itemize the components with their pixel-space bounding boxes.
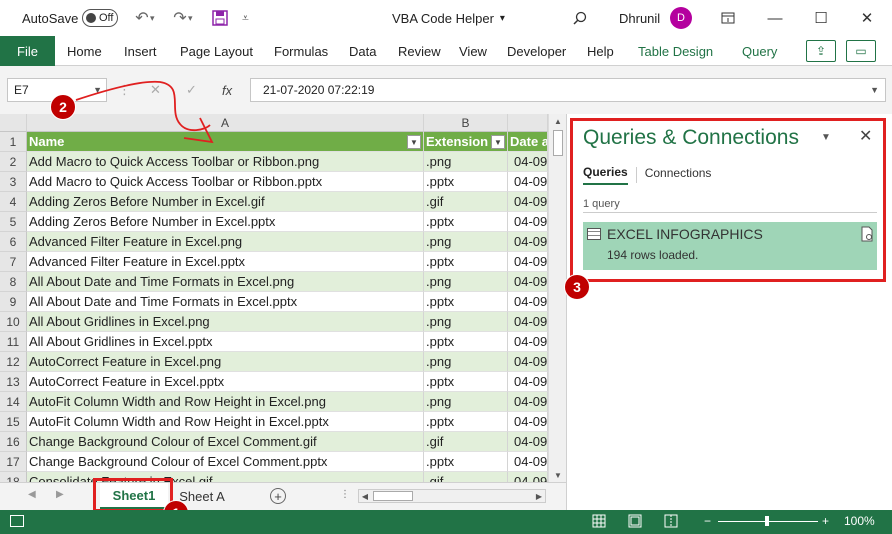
page-break-view-icon[interactable] xyxy=(664,514,678,531)
status-bar: − + 100% xyxy=(0,510,892,534)
annotation-badge-3: 3 xyxy=(564,274,590,300)
zoom-level[interactable]: 100% xyxy=(844,514,875,528)
annotation-arrow xyxy=(75,80,214,144)
macro-record-icon[interactable] xyxy=(10,515,24,527)
page-layout-view-icon[interactable] xyxy=(628,514,642,531)
normal-view-icon[interactable] xyxy=(592,514,606,531)
zoom-slider-thumb[interactable] xyxy=(765,516,769,526)
zoom-out-button[interactable]: − xyxy=(704,514,711,528)
annotation-badge-2: 2 xyxy=(50,94,76,120)
zoom-in-button[interactable]: + xyxy=(822,514,829,528)
